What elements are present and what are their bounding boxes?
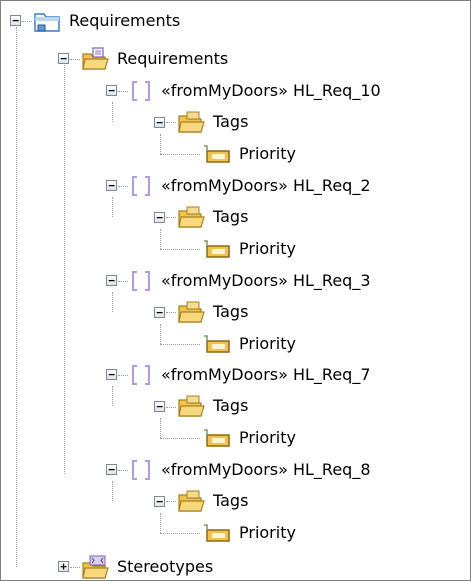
tree-guide-h: [118, 470, 128, 471]
tree-guide-h: [166, 407, 176, 408]
tree-node-requirement[interactable]: «fromMyDoors» HL_Req_8: [129, 454, 371, 486]
collapse-toggle-tags[interactable]: −: [154, 117, 165, 128]
tree-node-tags[interactable]: Tags: [177, 485, 248, 517]
tags-folder-icon: [178, 301, 205, 323]
tree-guide-h: [160, 533, 200, 534]
tree-guide-h: [118, 186, 128, 187]
tree-guide-h: [118, 375, 128, 376]
tree-node-requirement[interactable]: «fromMyDoors» HL_Req_3: [129, 265, 371, 297]
tree-guide-req: [112, 386, 113, 406]
tree-node-label: Tags: [213, 207, 249, 226]
collapse-toggle-requirement[interactable]: −: [106, 275, 117, 286]
tree-node-tag[interactable]: Priority: [201, 233, 296, 265]
tree-node-tags[interactable]: Tags: [177, 390, 248, 422]
tags-folder-icon: [178, 111, 205, 133]
requirements-folder-icon: [82, 47, 109, 70]
tree-guide-h: [160, 438, 200, 439]
tree-node-label: Priority: [239, 334, 296, 353]
tags-folder-icon: [178, 490, 205, 512]
expand-toggle-stereotypes[interactable]: +: [58, 561, 69, 572]
tree-node-tags[interactable]: Tags: [177, 201, 248, 233]
tree-node-tag[interactable]: Priority: [201, 422, 296, 454]
tree-guide-req: [112, 292, 113, 312]
tree-guide-h: [118, 91, 128, 92]
collapse-toggle-requirement[interactable]: −: [106, 180, 117, 191]
tree-node-label: Priority: [239, 239, 296, 258]
tree-node-label: «fromMyDoors» HL_Req_3: [161, 271, 371, 290]
requirement-icon: [132, 271, 150, 291]
collapse-toggle-requirement[interactable]: −: [106, 85, 117, 96]
requirement-icon: [132, 460, 150, 480]
project-tree: − Requirements − Requirements − «fromMyD…: [0, 0, 471, 581]
tree-node-tag[interactable]: Priority: [201, 328, 296, 360]
tree-guide-h: [70, 59, 80, 60]
tree-node-label: Tags: [213, 302, 249, 321]
tree-guide-h: [22, 21, 32, 22]
collapse-toggle-tags[interactable]: −: [154, 307, 165, 318]
tree-guide-h: [166, 312, 176, 313]
tree-guide-req: [112, 197, 113, 217]
collapse-toggle-tags[interactable]: −: [154, 401, 165, 412]
tree-guide-tags: [160, 513, 161, 533]
tree-node-label: «fromMyDoors» HL_Req_7: [161, 365, 371, 384]
tag-icon: [204, 240, 230, 258]
collapse-toggle-requirement[interactable]: −: [106, 464, 117, 475]
tree-node-label: Tags: [213, 491, 249, 510]
tree-node-label: Priority: [239, 523, 296, 542]
tree-guide-root: [16, 27, 17, 567]
tree-guide-tags: [160, 134, 161, 154]
tree-node-requirement[interactable]: «fromMyDoors» HL_Req_2: [129, 170, 371, 202]
tree-node-requirement[interactable]: «fromMyDoors» HL_Req_10: [129, 75, 381, 107]
tree-node-label: «fromMyDoors» HL_Req_10: [161, 81, 381, 100]
tree-node-tag[interactable]: Priority: [201, 517, 296, 549]
tags-folder-icon: [178, 395, 205, 417]
tree-guide-h: [166, 122, 176, 123]
requirement-icon: [132, 365, 150, 385]
tree-node-tag[interactable]: Priority: [201, 138, 296, 170]
tree-node-requirement[interactable]: «fromMyDoors» HL_Req_7: [129, 359, 371, 391]
tree-guide-h: [160, 249, 200, 250]
tree-guide-h: [70, 567, 80, 568]
tag-icon: [204, 145, 230, 163]
tree-guide-h: [118, 281, 128, 282]
tree-guide-requirements: [64, 65, 65, 474]
tree-node-label: Tags: [213, 112, 249, 131]
tree-node-label: «fromMyDoors» HL_Req_8: [161, 460, 371, 479]
tree-node-label: Priority: [239, 144, 296, 163]
tree-node-stereotypes[interactable]: Stereotypes: [81, 551, 214, 580]
tree-node-label: Requirements: [117, 49, 229, 68]
tag-icon: [204, 524, 230, 542]
tree-guide-req: [112, 102, 113, 122]
tags-folder-icon: [178, 206, 205, 228]
collapse-toggle-tags[interactable]: −: [154, 212, 165, 223]
requirement-icon: [132, 176, 150, 196]
collapse-toggle-tags[interactable]: −: [154, 496, 165, 507]
collapse-toggle-requirements[interactable]: −: [58, 53, 69, 64]
tree-node-label: Stereotypes: [117, 557, 214, 576]
stereotypes-folder-icon: [82, 555, 109, 579]
tree-node-label: Priority: [239, 428, 296, 447]
tree-guide-h: [160, 344, 200, 345]
tree-node-requirements[interactable]: Requirements: [81, 43, 228, 75]
package-folder-icon: [34, 13, 60, 32]
tree-guide-h: [166, 501, 176, 502]
collapse-toggle-requirement[interactable]: −: [106, 369, 117, 380]
tree-node-root[interactable]: Requirements: [33, 5, 180, 37]
tree-guide-h: [166, 217, 176, 218]
tree-node-tags[interactable]: Tags: [177, 296, 248, 328]
tag-icon: [204, 429, 230, 447]
tree-node-label: Tags: [213, 396, 249, 415]
requirement-icon: [132, 81, 150, 101]
tree-guide-tags: [160, 229, 161, 249]
collapse-toggle-root[interactable]: −: [10, 15, 21, 26]
tree-guide-tags: [160, 418, 161, 438]
tree-guide-h: [160, 154, 200, 155]
tree-node-label: «fromMyDoors» HL_Req_2: [161, 176, 371, 195]
tree-guide-req: [112, 481, 113, 501]
tree-node-tags[interactable]: Tags: [177, 106, 248, 138]
tree-guide-tags: [160, 324, 161, 344]
tree-node-label: Requirements: [69, 11, 181, 30]
tag-icon: [204, 335, 230, 353]
